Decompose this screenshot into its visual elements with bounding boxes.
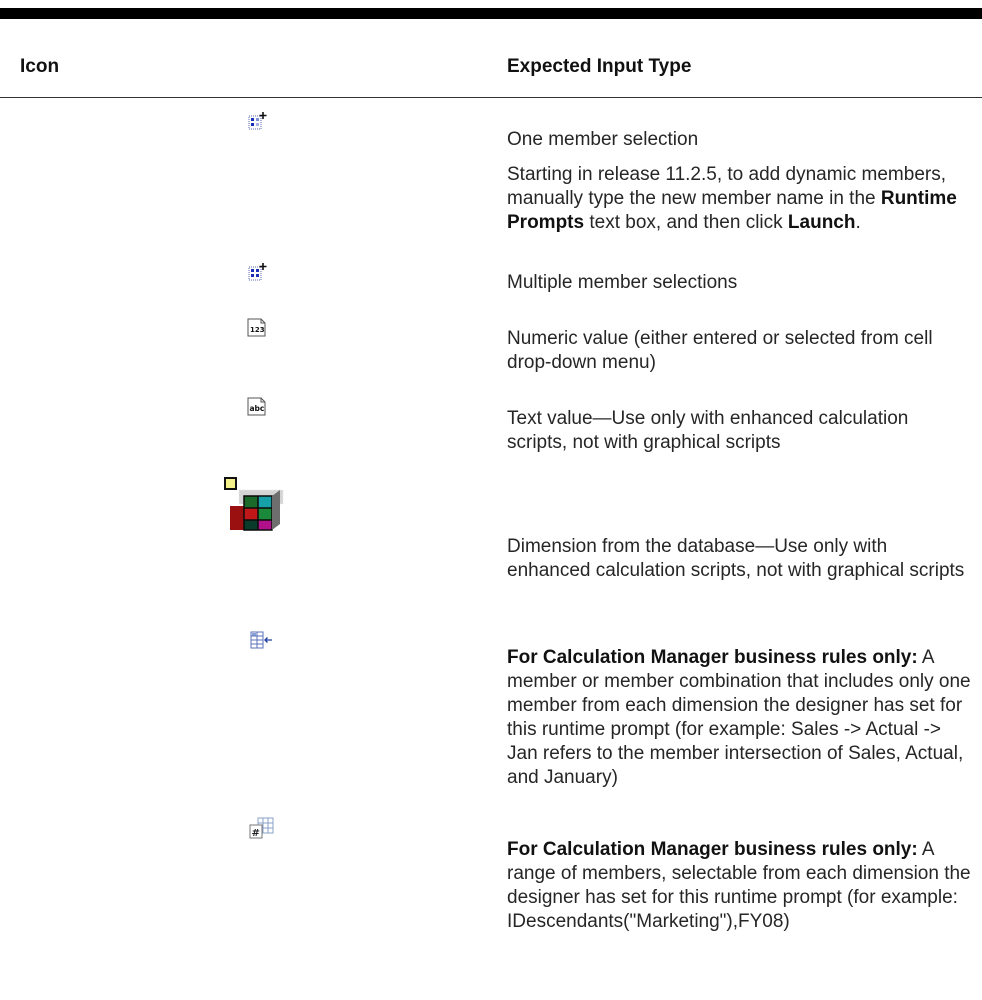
row-description-line: Text value—Use only with enhanced calcul… [507, 408, 909, 453]
header-divider [0, 97, 982, 98]
row-description: Numeric value (either entered or selecte… [507, 327, 972, 375]
row-description: For Calculation Manager business rules o… [507, 838, 972, 934]
numeric-value-icon: 123 [247, 318, 266, 337]
cross-dimension-icon [250, 631, 272, 649]
row-description: For Calculation Manager business rules o… [507, 646, 972, 790]
row-description: Multiple member selections [507, 271, 972, 295]
row-description-paragraph: For Calculation Manager business rules o… [507, 839, 971, 932]
column-header-expected-input-type: Expected Input Type [507, 56, 692, 77]
svg-text:abc: abc [250, 404, 265, 413]
calculation-manager-only-label: For Calculation Manager business rules o… [507, 647, 918, 668]
row-description-paragraph: For Calculation Manager business rules o… [507, 647, 971, 788]
top-rule [0, 8, 982, 19]
launch-term: Launch [787, 212, 856, 233]
calculation-manager-only-label: For Calculation Manager business rules o… [507, 839, 918, 860]
column-header-icon: Icon [20, 56, 60, 77]
row-description-line: One member selection [507, 129, 699, 150]
row-description: One member selection Starting in release… [507, 128, 972, 235]
one-member-selection-icon [248, 112, 267, 130]
svg-text:#: # [252, 828, 260, 839]
member-range-icon: # [249, 817, 274, 839]
row-description-line: Numeric value (either entered or selecte… [507, 328, 933, 373]
row-description-line: Dimension from the database—Use only wit… [507, 536, 965, 581]
dimension-icon [224, 477, 284, 531]
svg-text:123: 123 [250, 326, 265, 334]
row-description-paragraph: Starting in release 11.2.5, to add dynam… [507, 164, 957, 233]
multiple-member-selection-icon [248, 263, 267, 281]
row-description-line: Multiple member selections [507, 272, 738, 293]
row-description: Dimension from the database—Use only wit… [507, 535, 972, 583]
text-value-icon: abc [247, 397, 266, 416]
row-description: Text value—Use only with enhanced calcul… [507, 407, 972, 455]
